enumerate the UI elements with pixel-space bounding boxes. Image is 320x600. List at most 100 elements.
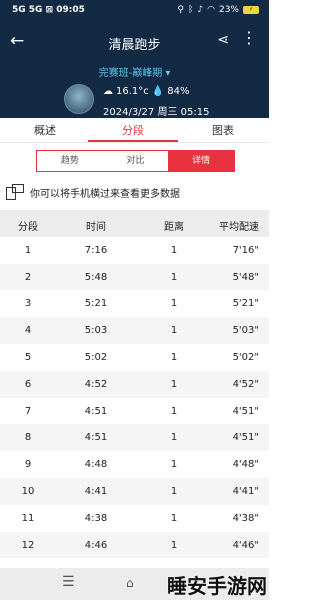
split-number: 3 [24,298,32,310]
split-number: 7 [24,405,32,417]
split-pace: 5'03" [232,325,259,337]
table-row: 10 4:41 1 4'41" [0,477,269,505]
header-split: 分段 [18,222,38,233]
humidity: 84% [167,86,190,97]
split-distance: 1 [170,485,178,497]
run-datetime: 2024/3/27 周三 05:15 [103,107,210,118]
split-time: 4:41 [84,485,108,497]
tab-overview[interactable]: 概述 [0,122,90,138]
crew-selector[interactable]: 完赛班-巅峰期 ▾ [0,64,269,79]
table-row: 2 5:48 1 5'48" [0,263,269,291]
rotate-phone-icon [6,184,24,200]
split-time: 4:51 [84,432,108,444]
split-distance: 1 [170,351,178,363]
split-distance: 1 [170,271,178,283]
header-distance: 距离 [164,222,184,233]
split-pace: 5'48" [232,271,259,283]
split-time: 5:02 [84,351,108,363]
split-number: 2 [24,271,32,283]
split-pace: 4'46" [232,539,259,551]
header-pace: 平均配速 [219,222,259,233]
location-icon: ⚲ [177,5,184,15]
split-distance: 1 [170,378,178,390]
segment-compare[interactable]: 对比 [103,151,169,171]
split-number: 10 [21,485,35,497]
segment-details[interactable]: 详情 [168,151,235,171]
cloud-icon: ☁ [103,86,113,97]
split-pace: 4'48" [232,459,259,471]
split-pace: 4'51" [232,432,259,444]
avatar[interactable] [64,84,94,114]
split-distance: 1 [170,405,178,417]
status-left: 5G 5G ⊠ 09:05 [12,5,85,15]
split-number: 9 [24,459,32,471]
split-pace: 4'41" [232,485,259,497]
split-distance: 1 [170,298,178,310]
tip-text: 你可以将手机横过来查看更多数据 [30,188,180,200]
table-header: 分段 时间 距离 平均配速 [0,210,269,237]
table-row: 9 4:48 1 4'48" [0,451,269,478]
segmented-control: 趋势 对比 详情 [36,150,235,172]
split-number: 8 [24,432,32,444]
split-pace: 7'16" [232,244,259,256]
split-distance: 1 [170,432,178,444]
silent-icon: ♪ [197,5,204,15]
bluetooth-icon: ᛒ [187,5,194,15]
split-distance: 1 [170,244,178,256]
split-distance: 1 [170,325,178,337]
menu-icon[interactable]: ☰ [62,574,75,590]
status-right: ⚲ ᛒ ♪ ◠ 23% ⚡ [177,5,259,15]
title-bar: ← 清晨跑步 ⋖ ⋮ [0,28,269,56]
splits-table: 分段 时间 距离 平均配速 1 7:16 1 7'16" 2 5:48 1 5'48" 3 5:2… [0,210,269,559]
table-row: 6 4:52 1 4'52" [0,370,269,398]
split-distance: 1 [170,539,178,551]
split-time: 4:38 [84,512,108,524]
table-row: 12 4:46 1 4'46" [0,531,269,559]
rotate-tip: 你可以将手机横过来查看更多数据 [6,184,180,200]
tab-charts[interactable]: 图表 [178,122,268,138]
table-row: 1 7:16 1 7'16" [0,236,269,264]
table-row: 7 4:51 1 4'51" [0,397,269,425]
split-time: 5:21 [84,298,108,310]
split-distance: 1 [170,459,178,471]
temperature: 16.1°c [116,86,149,97]
split-time: 4:52 [84,378,108,390]
split-number: 11 [21,512,35,524]
table-row: 3 5:21 1 5'21" [0,290,269,318]
battery-icon: ⚡ [243,6,259,14]
split-distance: 1 [170,512,178,524]
active-tab-indicator [88,140,178,142]
split-time: 5:03 [84,325,108,337]
battery-percent: 23% [218,5,239,15]
header-time: 时间 [86,222,106,233]
split-time: 4:51 [84,405,108,417]
status-bar: 5G 5G ⊠ 09:05 ⚲ ᛒ ♪ ◠ 23% ⚡ [0,0,269,22]
split-number: 1 [24,244,32,256]
home-icon[interactable]: ⌂ [126,576,134,590]
table-row: 5 5:02 1 5'02" [0,343,269,371]
more-icon[interactable]: ⋮ [241,30,257,46]
split-pace: 4'52" [232,378,259,390]
header: 5G 5G ⊠ 09:05 ⚲ ᛒ ♪ ◠ 23% ⚡ ← 清晨跑步 ⋖ ⋮ 完… [0,0,269,118]
split-pace: 5'21" [232,298,259,310]
split-pace: 4'38" [232,512,259,524]
watermark: 睡安手游网 [167,574,267,598]
drop-icon: 💧 [151,86,165,97]
navigation-bar: ☰ ⌂ 睡安手游网 [0,568,269,600]
share-icon[interactable]: ⋖ [217,32,229,48]
tab-splits[interactable]: 分段 [88,122,178,138]
split-pace: 5'02" [232,351,259,363]
wifi-icon: ◠ [207,5,215,15]
table-row: 4 5:03 1 5'03" [0,317,269,344]
segment-trend[interactable]: 趋势 [37,151,103,171]
table-row: 11 4:38 1 4'38" [0,504,269,532]
weather-info: ☁ 16.1°c 💧 84% [103,86,189,97]
split-pace: 4'51" [232,405,259,417]
split-number: 5 [24,351,32,363]
table-row: 8 4:51 1 4'51" [0,424,269,452]
split-number: 12 [21,539,35,551]
split-number: 6 [24,378,32,390]
split-time: 4:48 [84,459,108,471]
split-time: 5:48 [84,271,108,283]
split-number: 4 [24,325,32,337]
